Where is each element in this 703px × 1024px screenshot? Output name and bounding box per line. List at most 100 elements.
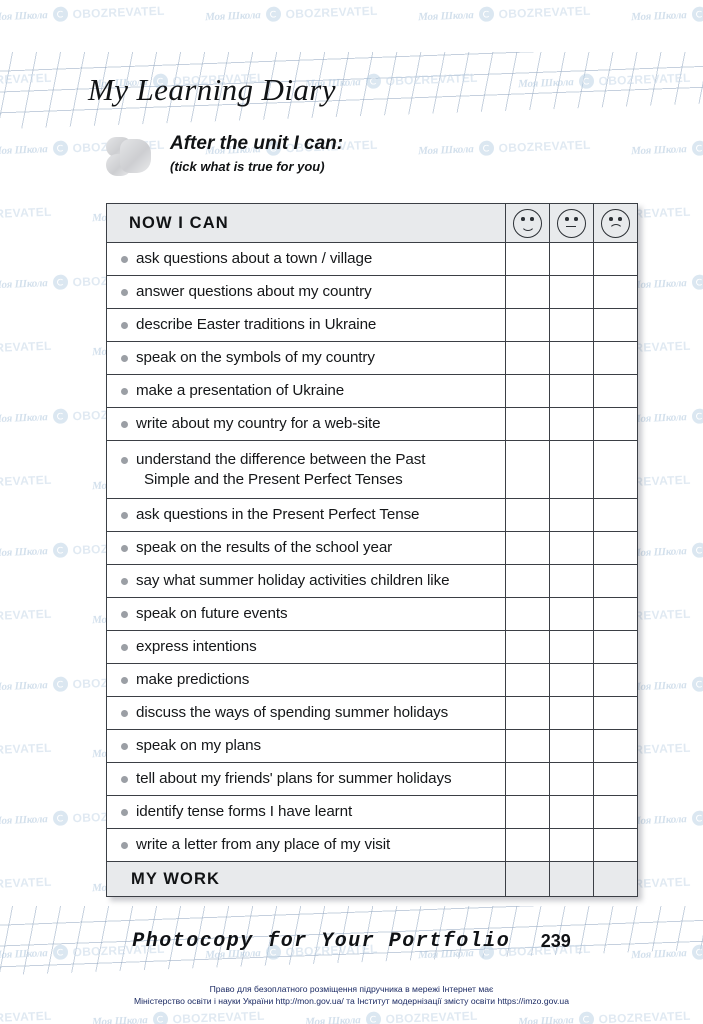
- tick-cell-sad[interactable]: [593, 341, 638, 375]
- tick-cell-neutral[interactable]: [549, 762, 594, 796]
- bullet-icon: [121, 388, 128, 395]
- tick-cell-happy[interactable]: [505, 275, 550, 309]
- tick-cell-happy[interactable]: [505, 795, 550, 829]
- watermark-school-text: Моя Школа: [304, 1013, 361, 1024]
- column-header-sad: [593, 203, 638, 243]
- tick-cell-happy[interactable]: [505, 498, 550, 532]
- tick-cell-neutral[interactable]: [549, 828, 594, 862]
- obozrevatel-logo-icon: [691, 810, 703, 826]
- tick-cell-happy[interactable]: [505, 696, 550, 730]
- tick-cell-happy[interactable]: [505, 564, 550, 598]
- tick-cell-sad[interactable]: [593, 795, 638, 829]
- tick-cell-neutral[interactable]: [549, 498, 594, 532]
- tick-cell-neutral[interactable]: [549, 564, 594, 598]
- tick-cell-happy[interactable]: [505, 729, 550, 763]
- watermark: Моя ШколаOBOZREVATEL: [0, 874, 52, 896]
- bullet-icon: [121, 512, 128, 519]
- tick-cell-sad[interactable]: [593, 729, 638, 763]
- tick-cell-neutral[interactable]: [549, 663, 594, 697]
- watermark-school-text: Моя Школа: [0, 812, 48, 827]
- table-body: ask questions about a town / village answ…: [106, 242, 638, 862]
- tick-cell-happy[interactable]: [505, 440, 550, 499]
- watermark: Моя ШколаOBOZREVATEL: [0, 606, 52, 628]
- table-row: write a letter from any place of my visi…: [106, 828, 638, 862]
- tick-cell-happy[interactable]: [505, 828, 550, 862]
- can-do-statement-cell: speak on the symbols of my country: [106, 341, 506, 375]
- tick-cell-sad[interactable]: [593, 308, 638, 342]
- obozrevatel-logo-icon: [52, 274, 68, 290]
- watermark-school-text: Моя Школа: [0, 410, 48, 425]
- tick-cell-sad[interactable]: [593, 663, 638, 697]
- my-work-checkbox-happy[interactable]: [505, 861, 550, 897]
- tick-cell-neutral[interactable]: [549, 630, 594, 664]
- tick-cell-happy[interactable]: [505, 374, 550, 408]
- footer: Photocopy for Your Portfolio 239: [0, 930, 703, 953]
- tick-cell-happy[interactable]: [505, 531, 550, 565]
- can-do-statement-cell: answer questions about my country: [106, 275, 506, 309]
- tick-cell-sad[interactable]: [593, 828, 638, 862]
- tick-cell-sad[interactable]: [593, 531, 638, 565]
- tick-cell-sad[interactable]: [593, 374, 638, 408]
- my-work-checkbox-neutral[interactable]: [549, 861, 594, 897]
- my-work-label: MY WORK: [131, 869, 220, 888]
- intro-block: After the unit I can: (tick what is true…: [104, 132, 343, 182]
- can-do-statement-label: make a presentation of Ukraine: [136, 382, 345, 399]
- tick-cell-neutral[interactable]: [549, 407, 594, 441]
- tick-cell-happy[interactable]: [505, 341, 550, 375]
- obozrevatel-logo-icon: [265, 6, 281, 22]
- tick-cell-sad[interactable]: [593, 762, 638, 796]
- tick-cell-neutral[interactable]: [549, 795, 594, 829]
- tick-cell-neutral[interactable]: [549, 275, 594, 309]
- tick-cell-neutral[interactable]: [549, 374, 594, 408]
- tick-cell-happy[interactable]: [505, 242, 550, 276]
- watermark: Моя ШколаOBOZREVATEL: [305, 1008, 478, 1024]
- tick-cell-neutral[interactable]: [549, 531, 594, 565]
- tick-cell-neutral[interactable]: [549, 729, 594, 763]
- tick-cell-sad[interactable]: [593, 597, 638, 631]
- watermark: Моя ШколаOBOZREVATEL: [418, 137, 591, 159]
- obozrevatel-logo-icon: [365, 1011, 381, 1024]
- tick-cell-sad[interactable]: [593, 407, 638, 441]
- tick-cell-happy[interactable]: [505, 407, 550, 441]
- watermark-school-text: Моя Школа: [0, 276, 48, 291]
- tick-cell-sad[interactable]: [593, 696, 638, 730]
- watermark-school-text: Моя Школа: [630, 276, 687, 291]
- tick-cell-neutral[interactable]: [549, 242, 594, 276]
- watermark-brand-text: OBOZREVATEL: [0, 338, 52, 356]
- tick-cell-sad[interactable]: [593, 440, 638, 499]
- obozrevatel-logo-icon: [52, 6, 68, 22]
- can-do-statement-label: write a letter from any place of my visi…: [136, 836, 391, 853]
- tick-cell-happy[interactable]: [505, 597, 550, 631]
- tick-cell-sad[interactable]: [593, 498, 638, 532]
- tick-cell-sad[interactable]: [593, 275, 638, 309]
- tick-cell-neutral[interactable]: [549, 308, 594, 342]
- intro-heading: After the unit I can:: [170, 133, 344, 154]
- watermark-school-text: Моя Школа: [0, 8, 48, 23]
- bullet-icon: [121, 743, 128, 750]
- watermark-school-text: Моя Школа: [630, 8, 687, 23]
- my-work-checkbox-sad[interactable]: [593, 861, 638, 897]
- tick-cell-neutral[interactable]: [549, 597, 594, 631]
- tick-cell-neutral[interactable]: [549, 341, 594, 375]
- tick-cell-sad[interactable]: [593, 242, 638, 276]
- tick-cell-sad[interactable]: [593, 564, 638, 598]
- table-row: ask questions about a town / village: [106, 242, 638, 276]
- tick-cell-neutral[interactable]: [549, 696, 594, 730]
- table-row: make a presentation of Ukraine: [106, 374, 638, 408]
- can-do-statement-cell: discuss the ways of spending summer holi…: [106, 696, 506, 730]
- watermark-school-text: Моя Школа: [417, 142, 474, 157]
- obozrevatel-logo-icon: [691, 676, 703, 692]
- obozrevatel-logo-icon: [478, 140, 494, 156]
- watermark-brand-text: OBOZREVATEL: [0, 204, 52, 222]
- tick-cell-neutral[interactable]: [549, 440, 594, 499]
- diary-table-wrapper: NOW I CAN ask questions about a town / v…: [106, 203, 638, 897]
- can-do-statement-cell: make a presentation of Ukraine: [106, 374, 506, 408]
- tick-cell-happy[interactable]: [505, 630, 550, 664]
- bullet-icon: [121, 421, 128, 428]
- tick-cell-happy[interactable]: [505, 308, 550, 342]
- tick-cell-happy[interactable]: [505, 762, 550, 796]
- tick-cell-happy[interactable]: [505, 663, 550, 697]
- tick-cell-sad[interactable]: [593, 630, 638, 664]
- watermark-school-text: Моя Школа: [0, 142, 48, 157]
- watermark: Моя ШколаOBOZREVATEL: [631, 137, 703, 159]
